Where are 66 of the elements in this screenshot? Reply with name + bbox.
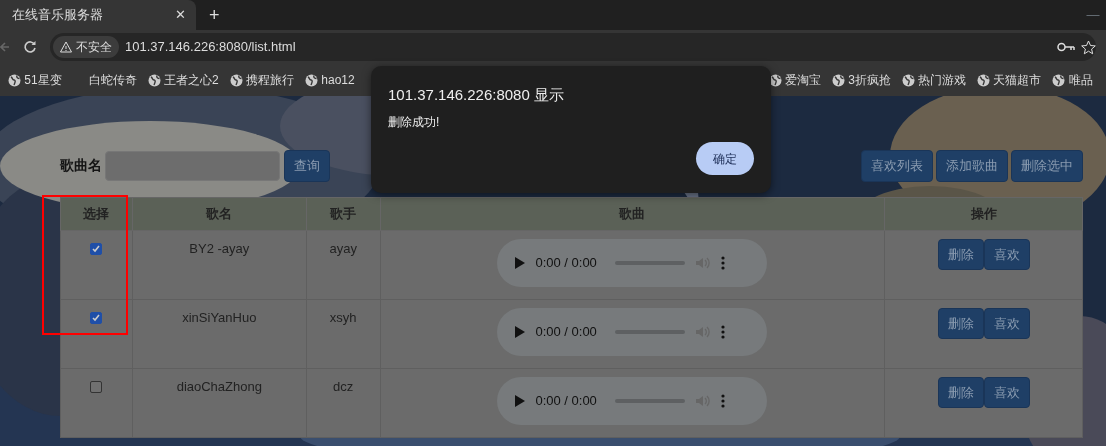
security-label: 不安全 xyxy=(75,39,112,56)
table-cell: BY2 -ayay xyxy=(132,230,307,299)
progress-track[interactable] xyxy=(614,398,685,403)
search-label: 歌曲名 xyxy=(60,156,102,176)
audio-player[interactable]: 0:00 / 0:00 xyxy=(497,238,768,287)
warning-icon xyxy=(60,41,73,53)
table-cell: dcz xyxy=(306,368,381,437)
table-cell: xsyh xyxy=(306,299,381,368)
tab-title: 在线音乐服务器 xyxy=(12,6,103,25)
row-action-button[interactable]: 喜欢 xyxy=(983,238,1030,270)
time-text: 0:00 / 0:00 xyxy=(535,391,597,410)
bookmark[interactable]: 白蛇传奇 xyxy=(72,71,137,89)
audio-player[interactable]: 0:00 / 0:00 xyxy=(497,376,768,425)
row-action-button[interactable]: 删除 xyxy=(937,376,984,408)
security-chip[interactable]: 不安全 xyxy=(53,36,119,58)
checkbox[interactable] xyxy=(90,242,103,255)
row-action-button[interactable]: 删除 xyxy=(937,238,984,270)
bookmark[interactable]: 51星变 xyxy=(8,71,62,89)
play-icon[interactable] xyxy=(515,325,526,338)
table-cell: ayay xyxy=(306,230,381,299)
time-text: 0:00 / 0:00 xyxy=(535,322,597,341)
star-icon[interactable] xyxy=(1081,39,1096,55)
table-cell: diaoChaZhong xyxy=(132,368,307,437)
column-header: 操作 xyxy=(884,197,1083,230)
play-icon[interactable] xyxy=(515,394,526,407)
browser-tab[interactable]: 在线音乐服务器 ✕ xyxy=(0,0,196,30)
progress-track[interactable] xyxy=(614,260,685,265)
bookmark[interactable]: 唯品 xyxy=(1052,71,1093,89)
row-action-button[interactable]: 删除 xyxy=(937,307,984,339)
column-header: 歌曲 xyxy=(380,197,885,230)
ok-button[interactable]: 确定 xyxy=(696,142,754,175)
checkbox[interactable] xyxy=(90,311,103,324)
column-header: 歌手 xyxy=(306,197,381,230)
table-cell: xinSiYanHuo xyxy=(132,299,307,368)
bookmark[interactable]: 王者之心2 xyxy=(147,71,219,89)
search-button[interactable]: 查询 xyxy=(283,150,330,182)
tab-close-button[interactable]: ✕ xyxy=(175,5,186,25)
dialog-title: 101.37.146.226:8080 显示 xyxy=(388,85,565,105)
address-bar[interactable]: 不安全 101.37.146.226:8080/list.html xyxy=(50,33,1096,61)
bookmark[interactable]: 天猫超市 xyxy=(977,71,1042,89)
url-text: 101.37.146.226:8080/list.html xyxy=(125,38,296,57)
bookmark[interactable]: 3折疯抢 xyxy=(831,71,891,89)
more-icon[interactable] xyxy=(720,255,725,270)
bookmark[interactable]: 热门游戏 xyxy=(901,71,967,89)
row-action-button[interactable]: 喜欢 xyxy=(983,376,1030,408)
dialog-message: 删除成功! xyxy=(388,114,441,131)
more-icon[interactable] xyxy=(720,393,725,408)
new-tab-button[interactable]: + xyxy=(209,1,220,29)
bookmark[interactable]: hao12 xyxy=(305,71,355,89)
action-button[interactable]: 喜欢列表 xyxy=(860,150,933,182)
reload-icon[interactable] xyxy=(23,40,37,54)
more-icon[interactable] xyxy=(720,324,725,339)
column-header: 选择 xyxy=(60,197,133,230)
action-button[interactable]: 添加歌曲 xyxy=(935,150,1008,182)
checkbox[interactable] xyxy=(90,380,103,393)
row-action-button[interactable]: 喜欢 xyxy=(983,307,1030,339)
bookmark[interactable]: 携程旅行 xyxy=(229,71,295,89)
action-button[interactable]: 删除选中 xyxy=(1011,150,1083,182)
progress-track[interactable] xyxy=(614,329,685,334)
column-header: 歌名 xyxy=(132,197,307,230)
search-field[interactable] xyxy=(105,150,281,181)
time-text: 0:00 / 0:00 xyxy=(535,253,597,272)
minimize-button[interactable]: — xyxy=(1086,5,1100,25)
play-icon[interactable] xyxy=(515,256,526,269)
audio-player[interactable]: 0:00 / 0:00 xyxy=(497,307,768,356)
key-icon[interactable] xyxy=(1056,42,1075,52)
